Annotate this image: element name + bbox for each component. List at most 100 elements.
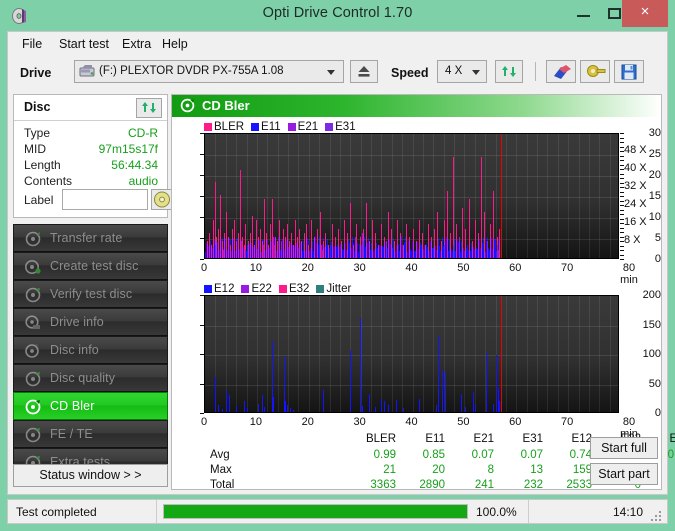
erase-button[interactable] [546,60,576,83]
legend-label-e22: E22 [251,283,272,295]
eject-button[interactable] [350,60,378,83]
plugin-button[interactable] [580,60,610,83]
status-window-button[interactable]: Status window > > [13,464,168,487]
speed-axis-tick [620,174,624,175]
disc-label-input[interactable] [62,189,148,210]
speed-select[interactable]: 4 X [437,60,487,83]
menu-file[interactable]: File [18,36,46,52]
save-button[interactable] [614,60,644,83]
speed-label: Speed [391,66,429,80]
sidebar-item-create-test-disc[interactable]: Create test disc [13,252,168,280]
data-bar-bler [285,237,286,258]
sidebar-item-disc-quality[interactable]: Disc quality [13,364,168,392]
data-bar-e12 [461,394,462,412]
data-bar-bler [484,212,485,258]
data-bar-bler [209,233,210,258]
sidebar-label-verify-test-disc: Verify test disc [50,287,133,301]
data-bar-e12 [465,407,466,412]
sidebar-item-drive-info[interactable]: Drive info [13,308,168,336]
gridline-vertical [547,296,548,412]
data-bar-e21 [355,237,356,258]
data-bar-bler [332,224,333,258]
status-divider [156,500,157,523]
disc-bler-icon [180,98,195,113]
drive-value: (F:) PLEXTOR DVDR PX-755A 1.08 [99,65,284,77]
data-bar-noise [379,245,380,258]
disc-label-browse-button[interactable] [151,189,173,210]
refresh-arrows-icon [502,66,516,77]
data-bar-bler [250,233,251,258]
menu-help[interactable]: Help [158,36,192,52]
data-bar-bler [400,233,401,258]
refresh-button[interactable] [495,60,523,83]
x-axis-tick-label: 20 [301,262,314,274]
disc-value-mid: 97m15s17f [98,142,158,156]
sidebar-label-transfer-rate: Transfer rate [50,231,123,245]
gridline-vertical [423,296,424,412]
data-bar-bler [366,203,367,258]
data-bar-bler [375,233,376,258]
chart-top-legend: BLER E11 E21 E31 [204,117,363,133]
menu-extra[interactable]: Extra [118,36,155,52]
close-icon: × [640,3,650,20]
eject-icon [358,66,370,77]
sidebar-item-disc-info[interactable]: i Disc info [13,336,168,364]
x-axis-tick-label: 40 [405,416,418,428]
disc-value-type: CD-R [128,126,158,140]
data-bar-e12 [273,397,274,412]
x-axis-tick-label: 50 [457,262,470,274]
data-bar-bler [469,199,470,258]
sidebar-label-fe-te: FE / TE [50,427,93,441]
gridline-vertical [599,296,600,412]
data-bar-noise [395,251,396,258]
legend-label-e11: E11 [261,121,281,133]
data-bar-bler [297,237,298,258]
start-part-button[interactable]: Start part [590,463,658,485]
x-axis-tick-label: 60 [509,416,522,428]
data-bar-noise [367,243,368,258]
data-bar-noise [312,241,313,258]
speed-axis-tick [620,219,624,220]
data-bar-bler [384,237,385,258]
sidebar-item-cd-bler[interactable]: CD Bler [13,392,168,420]
progress-bar-fill [164,505,467,518]
data-bar-e21 [487,241,488,258]
sidebar-item-fe-te[interactable]: FE / TE [13,420,168,448]
data-bar-noise [345,243,346,258]
data-bar-bler [283,229,284,258]
data-bar-bler [304,233,305,258]
gridline-vertical [257,296,258,412]
drive-select[interactable]: (F:) PLEXTOR DVDR PX-755A 1.08 [74,60,344,83]
data-bar-e21 [263,245,264,258]
data-bar-noise [398,244,399,258]
disc-quality-icon [25,371,41,387]
minimize-button[interactable] [569,0,599,27]
y-axis-tick [200,133,204,134]
data-bar-e12 [475,405,476,412]
stats-row-label: Max [210,464,232,476]
data-bar-noise [473,247,474,258]
data-bar-e12 [403,408,404,412]
sidebar-item-verify-test-disc[interactable]: Verify test disc [13,280,168,308]
legend-swatch-jitter [316,285,325,293]
sidebar-item-transfer-rate[interactable]: Transfer rate [13,224,168,252]
data-bar-e12 [388,405,389,412]
speed-axis-tick-label: 8 X [624,234,641,246]
close-button[interactable]: × [622,0,668,27]
gridline-vertical [288,296,289,412]
disc-info-icon: i [25,343,41,359]
gridline-vertical [298,296,299,412]
data-bar-bler [213,220,214,258]
resize-grip-icon[interactable] [651,508,664,521]
disc-refresh-button[interactable] [136,98,162,118]
disc-row-type: Type CD-R [14,126,167,143]
toolbar-separator [535,62,536,81]
end-of-data-marker [501,134,502,258]
data-bar-bler [275,237,276,258]
data-bar-e12 [375,407,376,412]
menu-start-test[interactable]: Start test [55,36,113,52]
data-bar-bler [248,241,249,258]
start-full-button[interactable]: Start full [590,437,658,459]
data-bar-noise [491,238,492,258]
data-bar-e12 [247,408,248,412]
